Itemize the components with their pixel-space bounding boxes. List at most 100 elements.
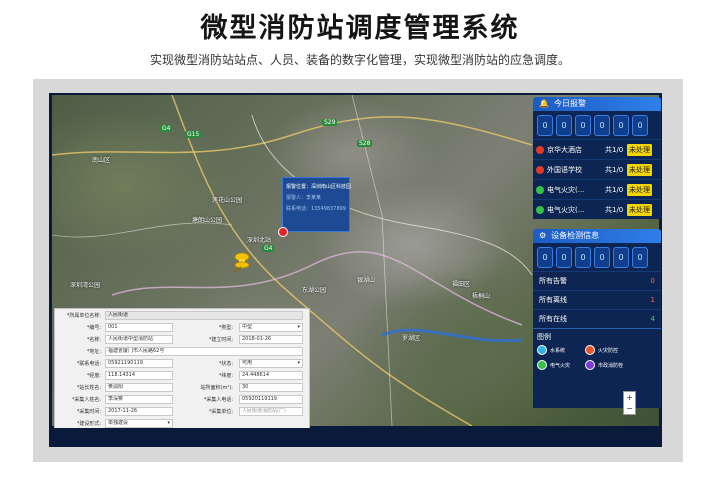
page-title: 微型消防站调度管理系统 [200,13,520,44]
counter-digit: 0 [575,246,591,268]
code-field[interactable]: 001 [105,323,173,332]
zoom-in-icon[interactable]: + [624,392,635,403]
alarm-bell-icon: 🔔 [539,99,549,108]
form-label: *采集人姓名: [71,397,101,403]
form-label: 站所面积(m²): [200,385,233,391]
station-detail-form: *所属单位名称: 人民街道 *编号: 001 *类型: 中型 *名称: 人民街道… [54,308,310,431]
type-select[interactable]: 中型 [239,323,303,332]
map-legend: 图例 水系统 火灾防控 电气火灾 市政消防栓 [533,328,661,408]
legend-item: 火灾防控 [585,345,618,355]
form-label: *采集单位: [208,409,233,415]
alarm-count: 共1/0 [605,185,624,194]
phone-field[interactable]: 05921190119 [105,359,173,368]
address-field[interactable]: 福建省厦门市人民路62号 [105,347,303,356]
alarm-place: 电气火灾(... [547,185,585,194]
device-stat-row[interactable]: 所有离线 1 [533,290,661,309]
form-label: *编号: [86,325,101,331]
alarm-status-badge: 未处理 [627,163,652,176]
form-label: *采集时间: [76,409,101,415]
map-place-label: 罗湖区 [402,335,421,342]
legend-item: 水系统 [537,345,565,355]
electrical-fire-icon [537,360,547,370]
counter-digit: 0 [575,114,591,136]
alarm-list-item[interactable]: 京华大酒店 共1/0 未处理 [533,139,661,159]
alarm-marker-icon[interactable] [278,227,288,237]
water-system-icon [537,345,547,355]
device-stat-row[interactable]: 所有在线 4 [533,309,661,328]
legend-title: 图例 [537,333,551,341]
build-form-select[interactable]: 单独建设 [105,419,173,428]
map-place-label: 福田区 [452,281,471,288]
counter-digit: 0 [537,246,553,268]
device-icon: ⚙ [539,231,547,240]
fire-control-icon [585,345,595,355]
alarm-status-badge: 未处理 [627,183,652,196]
alarm-list-item[interactable]: 电气火灾(... 共1/0 未处理 [533,199,661,219]
right-side-panel: 🔔 今日报警 0 0 0 0 0 0 京华大酒店 共1/0 未处理 外国语学校 … [533,97,661,408]
chief-name-field[interactable]: 黄润阳 [105,383,173,392]
status-select[interactable]: 可用 [239,359,303,368]
area-field[interactable]: 30 [239,383,303,392]
highway-label: S28 [357,140,373,147]
alarm-list-item[interactable]: 外国语学校 共1/0 未处理 [533,159,661,179]
today-alarm-header: 🔔 今日报警 [533,97,661,111]
collect-date-field[interactable]: 2017-11-26 [105,407,173,416]
popup-alarm-location: 报警位置：深圳南山区科技园 [286,184,352,190]
collect-unit-field[interactable]: 人民街道消防站(厂) [239,407,303,416]
form-label: *站长姓名: [76,385,101,391]
alarm-type-icon [536,205,544,214]
longitude-field[interactable]: 118.14314 [105,371,173,380]
hydrant-icon [585,360,595,370]
screen-bottom-bar [49,428,662,447]
popup-reporter: 报警人：李某某 [286,195,322,201]
page-subtitle: 实现微型消防站站点、人员、装备的数字化管理，实现微型消防站的应急调度。 [149,53,570,67]
map-place-label: 莲花山公园 [212,197,243,204]
form-label: *建设形式: [76,421,101,427]
zoom-out-icon[interactable]: − [624,403,635,414]
map-place-label: 深圳湾公园 [70,282,101,289]
zoom-control[interactable]: + − [623,391,636,415]
legend-item: 电气火灾 [537,360,570,370]
legend-item: 市政消防栓 [585,360,623,370]
counter-digit: 0 [537,114,553,136]
form-label: *状态: [218,361,233,367]
map-place-label: 梧桐山 [472,293,491,300]
alarm-info-popup[interactable]: 报警位置：深圳南山区科技园 报警人：李某某 联系电话：13549837899 [282,177,352,232]
counter-digit: 0 [556,246,572,268]
today-alarm-counter: 0 0 0 0 0 0 [533,111,661,139]
device-info-title: 设备检测信息 [551,231,600,240]
alarm-list-item[interactable]: 电气火灾(... 共1/0 未处理 [533,179,661,199]
popup-phone: 联系电话：13549837899 [286,206,346,212]
collector-phone-field[interactable]: 05920119119 [239,395,303,404]
form-label: *经度: [86,373,101,379]
build-date-field[interactable]: 2018-01-26 [239,335,303,344]
device-stat-row[interactable]: 所有告警 0 [533,271,661,290]
highway-label: G15 [185,131,202,138]
today-alarm-title: 今日报警 [553,99,586,108]
alarm-place: 电气火灾(... [547,205,585,214]
alarm-count: 共1/0 [605,165,624,174]
highway-label: G4 [262,245,275,252]
map-place-label: 东湖公园 [302,287,327,294]
collector-name-field[interactable]: 李深雾 [105,395,173,404]
latitude-field[interactable]: 24.448614 [239,371,303,380]
device-stat-value: 4 [650,315,655,323]
map-place-label: 南山区 [92,157,111,164]
station-pushpin-icon[interactable] [229,251,251,273]
highway-label: S29 [322,119,338,126]
map-place-label: 塘朗山公园 [192,217,223,224]
device-info-header: ⚙ 设备检测信息 [533,229,661,243]
form-label: *建立时间: [208,337,233,343]
form-label: *名称: [86,337,101,343]
legend-label: 市政消防栓 [598,362,624,369]
highway-label: G4 [160,125,173,132]
alarm-count: 共1/0 [605,145,624,154]
name-field[interactable]: 人民街道中型消防站 [105,335,173,344]
dispatch-screen: G4 G15 S29 G4 S28 深圳湾公园 梧桐山 罗湖区 福田区 南山区 … [49,93,662,447]
form-label: *联系电话: [76,361,101,367]
map-place-label: 银湖山 [357,277,376,284]
alarm-place: 外国语学校 [547,165,582,174]
legend-label: 电气火灾 [550,362,571,369]
device-stat-value: 0 [650,277,655,285]
unit-name-field[interactable]: 人民街道 [105,311,303,320]
